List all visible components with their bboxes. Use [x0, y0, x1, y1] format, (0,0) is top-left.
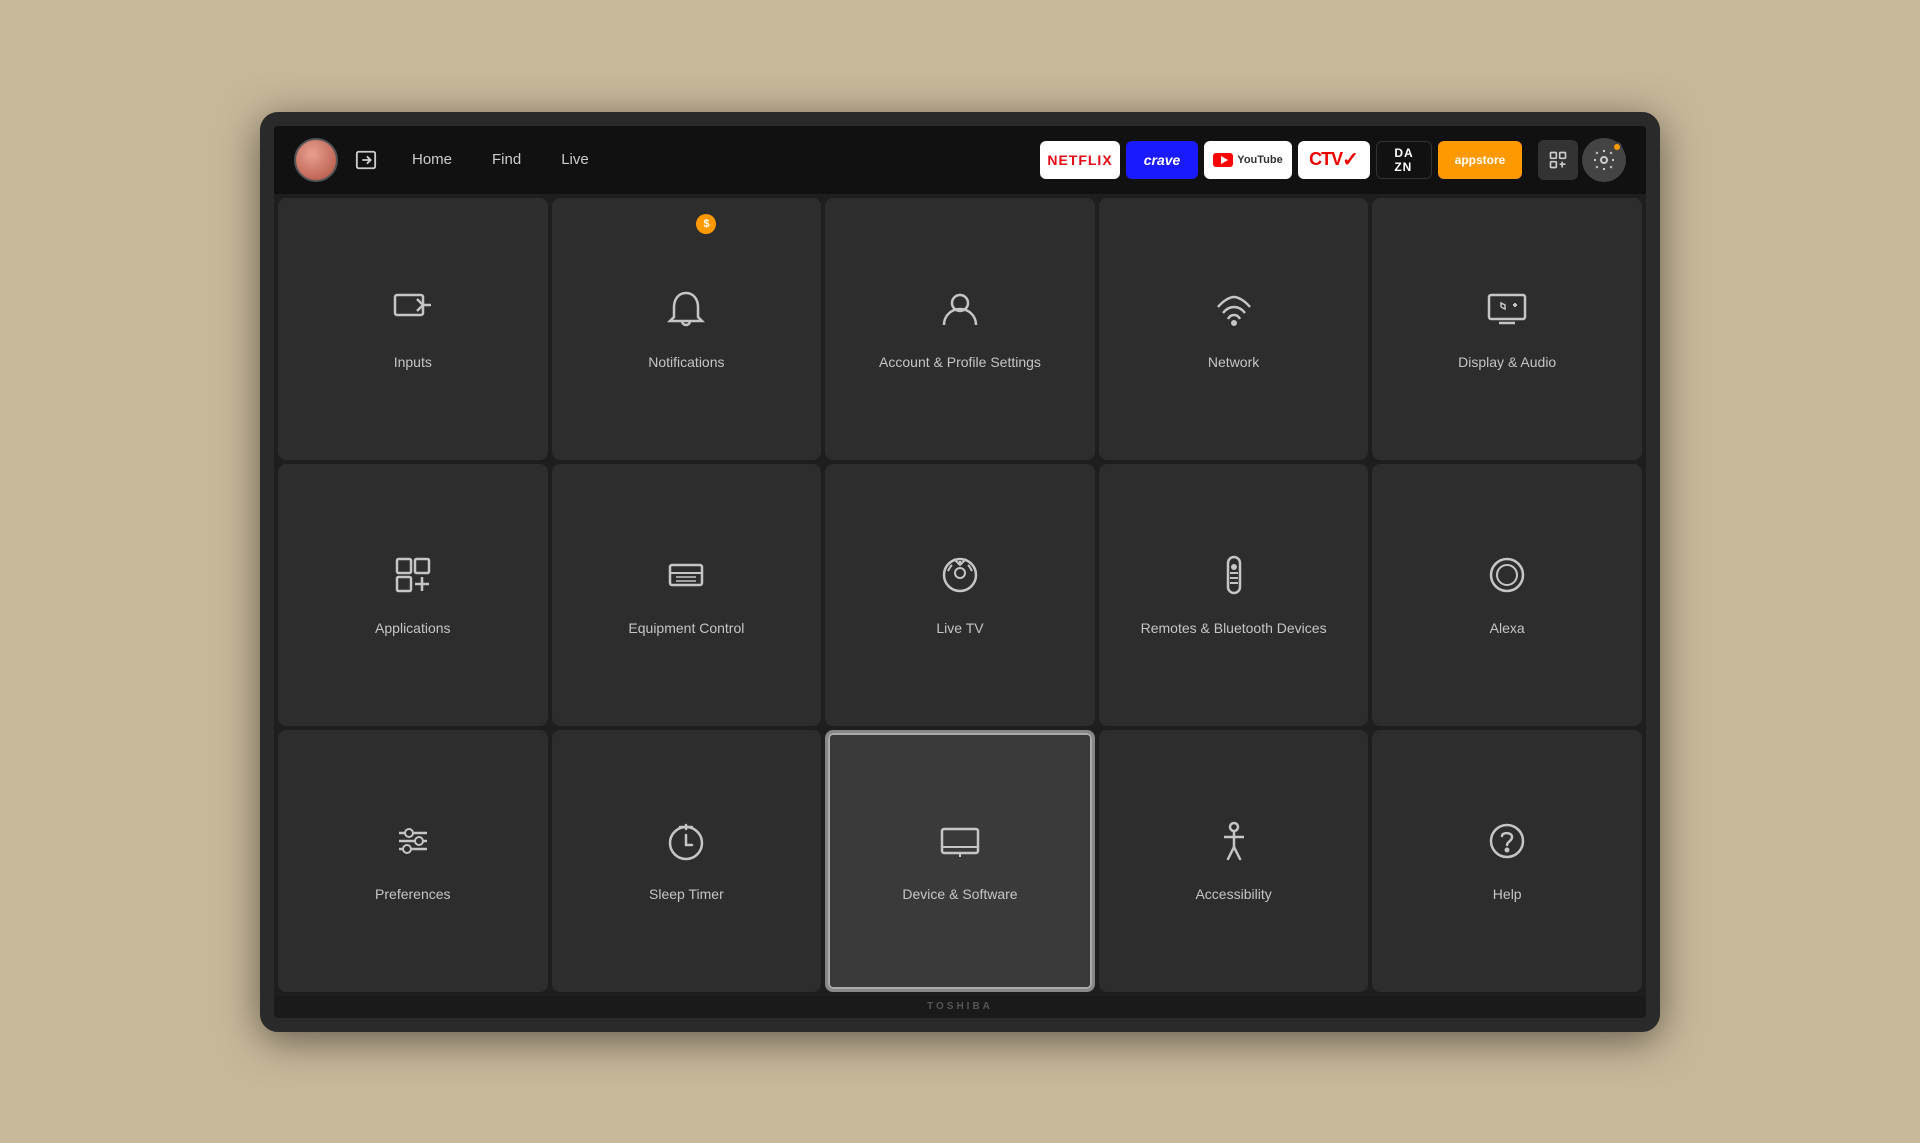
- sleep-timer-label: Sleep Timer: [649, 885, 724, 903]
- notification-badge: $: [696, 214, 716, 234]
- dazn-label: DAZN: [1394, 146, 1413, 174]
- apps-icon: [389, 551, 437, 605]
- nav-bar: Home Find Live NETFLIX crave YouTube: [274, 126, 1646, 194]
- remotes-label: Remotes & Bluetooth Devices: [1141, 619, 1327, 637]
- network-label: Network: [1208, 353, 1259, 371]
- tile-preferences[interactable]: Preferences: [278, 730, 548, 992]
- inputs-label: Inputs: [394, 353, 432, 371]
- app-crave[interactable]: crave: [1126, 141, 1198, 179]
- appstore-label: appstore: [1455, 153, 1506, 167]
- app-ctv[interactable]: CTV ✓: [1298, 141, 1370, 179]
- timer-icon: [662, 817, 710, 871]
- alexa-icon: [1483, 551, 1531, 605]
- avatar[interactable]: [294, 138, 338, 182]
- device-software-label: Device & Software: [902, 885, 1017, 903]
- tile-sleep-timer[interactable]: Sleep Timer: [552, 730, 822, 992]
- tile-accessibility[interactable]: Accessibility: [1099, 730, 1369, 992]
- input-icon-btn[interactable]: [348, 142, 384, 178]
- nav-links: Home Find Live: [404, 147, 597, 172]
- settings-icon-btn[interactable]: [1582, 138, 1626, 182]
- nav-live[interactable]: Live: [553, 147, 597, 172]
- remote-icon: [1210, 551, 1258, 605]
- tv-screen: Home Find Live NETFLIX crave YouTube: [274, 126, 1646, 996]
- grid-icon-btn[interactable]: [1538, 140, 1578, 180]
- gear-notification-dot: [1612, 142, 1622, 152]
- bell-icon: [662, 285, 710, 339]
- nav-find[interactable]: Find: [484, 147, 529, 172]
- preferences-icon: [389, 817, 437, 871]
- tile-account[interactable]: Account & Profile Settings: [825, 198, 1095, 460]
- app-netflix[interactable]: NETFLIX: [1040, 141, 1120, 179]
- settings-grid: Inputs $ Notifications: [274, 194, 1646, 996]
- inputs-icon: [389, 285, 437, 339]
- nav-home[interactable]: Home: [404, 147, 460, 172]
- crave-label: crave: [1144, 152, 1181, 168]
- tile-display-audio[interactable]: Display & Audio: [1372, 198, 1642, 460]
- tv-frame: Home Find Live NETFLIX crave YouTube: [260, 112, 1660, 1032]
- account-icon: [936, 285, 984, 339]
- livetv-icon: [936, 551, 984, 605]
- app-dazn[interactable]: DAZN: [1376, 141, 1432, 179]
- tile-alexa[interactable]: Alexa: [1372, 464, 1642, 726]
- help-label: Help: [1493, 885, 1522, 903]
- app-youtube[interactable]: YouTube: [1204, 141, 1292, 179]
- accessibility-label: Accessibility: [1195, 885, 1271, 903]
- tile-inputs[interactable]: Inputs: [278, 198, 548, 460]
- ctv-label: CTV: [1309, 149, 1342, 170]
- tile-remotes[interactable]: Remotes & Bluetooth Devices: [1099, 464, 1369, 726]
- app-appstore[interactable]: appstore: [1438, 141, 1522, 179]
- ctv-checkmark: ✓: [1342, 147, 1359, 172]
- nav-apps: NETFLIX crave YouTube CTV ✓ DAZ: [1040, 141, 1522, 179]
- alexa-label: Alexa: [1490, 619, 1525, 637]
- tv-brand: TOSHIBA: [274, 996, 1646, 1018]
- nav-right-icons: [1538, 138, 1626, 182]
- wifi-icon: [1210, 285, 1258, 339]
- netflix-label: NETFLIX: [1047, 152, 1112, 168]
- tile-applications[interactable]: Applications: [278, 464, 548, 726]
- tile-network[interactable]: Network: [1099, 198, 1369, 460]
- equipment-label: Equipment Control: [628, 619, 744, 637]
- equipment-icon: [662, 551, 710, 605]
- help-icon: [1483, 817, 1531, 871]
- tile-help[interactable]: Help: [1372, 730, 1642, 992]
- display-audio-label: Display & Audio: [1458, 353, 1556, 371]
- applications-label: Applications: [375, 619, 451, 637]
- tile-device-software[interactable]: Device & Software: [825, 730, 1095, 992]
- accessibility-icon: [1210, 817, 1258, 871]
- youtube-icon: [1213, 153, 1233, 167]
- tile-equipment[interactable]: Equipment Control: [552, 464, 822, 726]
- livetv-label: Live TV: [936, 619, 983, 637]
- tile-notifications[interactable]: $ Notifications: [552, 198, 822, 460]
- display-audio-icon: [1483, 285, 1531, 339]
- notifications-label: Notifications: [648, 353, 724, 371]
- tile-livetv[interactable]: Live TV: [825, 464, 1095, 726]
- preferences-label: Preferences: [375, 885, 450, 903]
- device-icon: [936, 817, 984, 871]
- youtube-label: YouTube: [1237, 154, 1282, 166]
- account-label: Account & Profile Settings: [879, 353, 1041, 371]
